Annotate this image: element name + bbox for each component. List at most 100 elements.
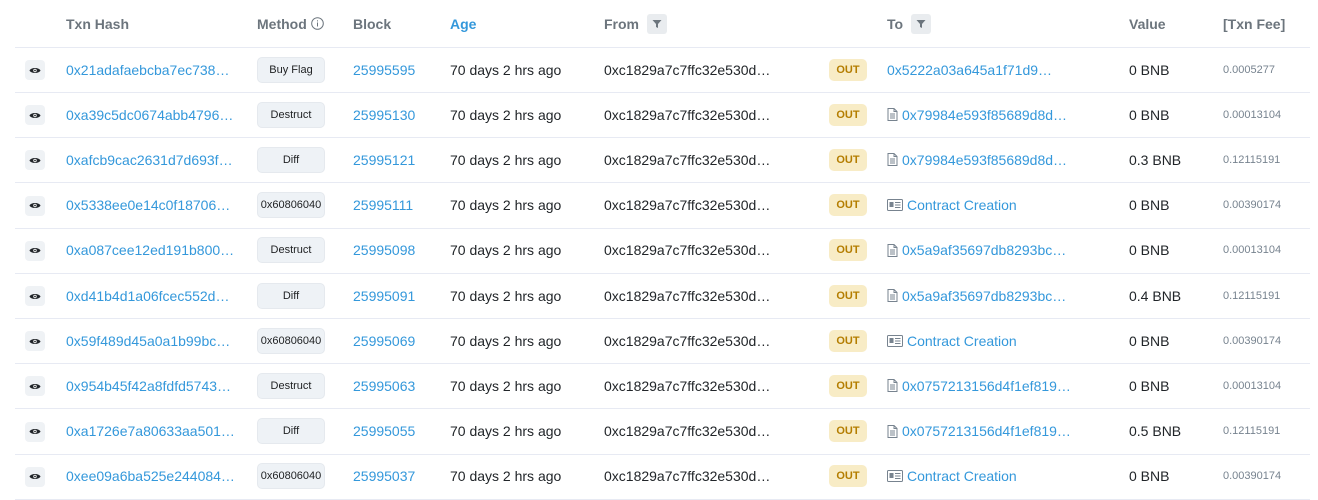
view-details-button[interactable] [25, 466, 45, 487]
to-filter-button[interactable] [911, 13, 932, 34]
table-row: 0xafcb9cac2631d7d693f… Diff 25995121 70 day… [15, 137, 1310, 184]
from-address: 0xc1829a7c7ffc32e530d… [604, 61, 771, 78]
from-address: 0xc1829a7c7ffc32e530d… [604, 332, 771, 349]
age-text: 70 days 2 hrs ago [450, 287, 562, 304]
header-age-toggle[interactable]: Age [450, 0, 476, 47]
block-link[interactable]: 25995111 [353, 183, 443, 228]
value-text: 0.5 BNB [1129, 423, 1182, 440]
method-badge: Buy Flag [257, 56, 325, 83]
table-row: 0x21adafaebcba7ec738… Buy Flag 25995595 70 … [15, 47, 1310, 93]
contract-creation-icon [887, 334, 903, 347]
from-address: 0xc1829a7c7ffc32e530d… [604, 287, 771, 304]
txn-fee-text: 0.00013104 [1223, 379, 1282, 392]
txn-fee-text: 0.0005277 [1223, 63, 1275, 76]
from-address: 0xc1829a7c7ffc32e530d… [604, 242, 771, 259]
block-link[interactable]: 25995091 [353, 273, 443, 318]
txn-hash-link[interactable]: 0x59f489d45a0a1b99bc… [66, 318, 241, 363]
block-link[interactable]: 25995595 [353, 47, 443, 92]
header-txn-hash: Txn Hash [66, 0, 129, 47]
eye-icon [29, 156, 41, 165]
txn-hash-link[interactable]: 0x21adafaebcba7ec738… [66, 47, 241, 92]
header-txn-fee-toggle[interactable]: [Txn Fee] [1223, 0, 1285, 47]
to-address-link[interactable]: 0x5a9af35697db8293bc… [902, 242, 1066, 258]
view-details-button[interactable] [25, 60, 45, 80]
to-address-link[interactable]: 0x79984e593f85689d8d… [902, 152, 1067, 168]
direction-cell: OUT [829, 228, 879, 273]
header-age-label: Age [450, 15, 477, 32]
table-row: 0xa1726e7a80633aa501… Diff 25995055 70 days… [15, 409, 1310, 455]
view-details-button[interactable] [25, 286, 45, 306]
from-filter-button[interactable] [647, 13, 667, 34]
to-address-link[interactable]: 0x0757213156d4f1ef819… [902, 378, 1071, 394]
direction-cell: OUT [829, 92, 879, 137]
filter-icon [916, 19, 926, 28]
contract-creation-link[interactable]: Contract Creation [907, 197, 1017, 213]
table-row: 0x5338ee0e14c0f18706… 0x60806040 25995111 7… [15, 183, 1310, 229]
value-text: 0 BNB [1129, 377, 1170, 394]
from-address: 0xc1829a7c7ffc32e530d… [604, 106, 771, 123]
txn-hash-link[interactable]: 0xa39c5dc0674abb4796… [66, 92, 241, 137]
view-details-button[interactable] [25, 421, 45, 442]
method-cell: 0x60806040 [257, 183, 337, 228]
view-details-button[interactable] [25, 150, 45, 171]
block-link[interactable]: 25995098 [353, 228, 443, 273]
view-details-button[interactable] [25, 331, 45, 352]
from-address: 0xc1829a7c7ffc32e530d… [604, 468, 771, 485]
to-cell: 0x5222a03a645a1f71d9… [887, 47, 1087, 92]
eye-icon [29, 66, 41, 75]
method-cell: Destruct [257, 92, 337, 137]
direction-cell: OUT [829, 183, 879, 228]
method-cell: Diff [257, 409, 337, 454]
txn-hash-link[interactable]: 0xa1726e7a80633aa501… [66, 409, 241, 454]
age-text: 70 days 2 hrs ago [450, 332, 562, 349]
to-cell: 0x79984e593f85689d8d… [887, 137, 1087, 182]
block-link[interactable]: 25995121 [353, 137, 443, 182]
contract-creation-link[interactable]: Contract Creation [907, 468, 1017, 484]
to-address-link[interactable]: 0x5222a03a645a1f71d9… [887, 62, 1052, 78]
method-badge: Diff [257, 418, 325, 445]
txn-fee-text: 0.00013104 [1223, 108, 1282, 121]
age-text: 70 days 2 hrs ago [450, 106, 562, 123]
block-link[interactable]: 25995037 [353, 454, 443, 499]
to-address-link[interactable]: 0x5a9af35697db8293bc… [902, 288, 1066, 304]
age-text: 70 days 2 hrs ago [450, 468, 562, 485]
eye-icon [29, 427, 41, 436]
txn-fee-text: 0.12115191 [1223, 425, 1281, 438]
to-cell: 0x79984e593f85689d8d… [887, 92, 1087, 137]
contract-icon [887, 289, 898, 302]
table-row: 0xee09a6ba525e244084… 0x60806040 25995037 7… [15, 454, 1310, 500]
method-cell: 0x60806040 [257, 318, 337, 363]
txn-fee-text: 0.00390174 [1223, 199, 1282, 212]
block-link[interactable]: 25995069 [353, 318, 443, 363]
txn-hash-link[interactable]: 0xafcb9cac2631d7d693f… [66, 137, 241, 182]
to-address-link[interactable]: 0x79984e593f85689d8d… [902, 107, 1067, 123]
txn-hash-link[interactable]: 0xd41b4d1a06fcec552d… [66, 273, 241, 318]
header-method: Method [257, 0, 324, 47]
direction-cell: OUT [829, 137, 879, 182]
value-text: 0.3 BNB [1129, 151, 1182, 168]
to-cell: 0x0757213156d4f1ef819… [887, 363, 1087, 408]
header-block: Block [353, 0, 391, 47]
method-cell: 0x60806040 [257, 454, 337, 499]
contract-icon [887, 153, 898, 167]
txn-hash-link[interactable]: 0x954b45f42a8fdfd5743… [66, 363, 241, 408]
view-details-button[interactable] [25, 376, 45, 397]
txn-hash-link[interactable]: 0xee09a6ba525e244084… [66, 454, 241, 499]
view-details-button[interactable] [25, 105, 45, 126]
view-details-button[interactable] [25, 240, 45, 261]
to-address-link[interactable]: 0x0757213156d4f1ef819… [902, 423, 1071, 439]
txn-hash-link[interactable]: 0x5338ee0e14c0f18706… [66, 183, 241, 228]
direction-badge: OUT [829, 239, 867, 262]
block-link[interactable]: 25995055 [353, 409, 443, 454]
contract-creation-link[interactable]: Contract Creation [907, 333, 1017, 349]
eye-icon [29, 201, 41, 210]
view-details-button[interactable] [25, 195, 45, 216]
block-link[interactable]: 25995063 [353, 363, 443, 408]
txn-fee-text: 0.00390174 [1223, 334, 1282, 347]
eye-icon [29, 111, 41, 120]
info-icon[interactable] [310, 17, 324, 30]
header-method-label: Method [257, 15, 307, 32]
eye-icon [29, 337, 41, 346]
block-link[interactable]: 25995130 [353, 92, 443, 137]
txn-hash-link[interactable]: 0xa087cee12ed191b800… [66, 228, 241, 273]
